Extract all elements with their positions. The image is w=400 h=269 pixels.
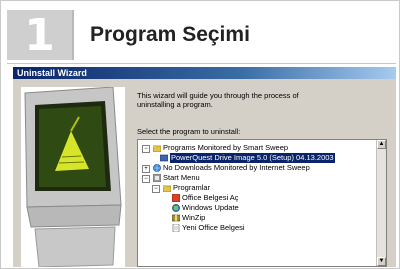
collapse-icon[interactable]: − (142, 175, 150, 183)
folder-icon (163, 185, 171, 193)
start-menu-icon (153, 174, 161, 183)
collapse-icon[interactable]: − (152, 185, 160, 193)
wizard-side-image (21, 87, 125, 267)
tree-item-winzip[interactable]: WinZip (172, 213, 205, 223)
article-panel: 1 Program Seçimi Uninstall Wizard This w… (0, 0, 400, 269)
select-program-label: Select the program to uninstall: (137, 127, 241, 136)
office-icon (172, 194, 180, 203)
tree-item-label: Office Belgesi Aç (182, 193, 239, 202)
tree-item-yeni-office-belgesi[interactable]: Yeni Office Belgesi (172, 223, 245, 233)
tree-item-label: Programlar (173, 183, 211, 192)
windows-update-icon (172, 204, 180, 212)
tree-item-programlar[interactable]: − Programlar (152, 183, 210, 193)
tree-item-label: Start Menu (163, 173, 200, 182)
uninstall-wizard-window: Uninstall Wizard This wizard will guide … (13, 67, 396, 267)
tree-item-no-downloads[interactable]: + No Downloads Monitored by Internet Swe… (142, 163, 310, 173)
tree-item-label: PowerQuest Drive Image 5.0 (Setup) 04.13… (170, 153, 335, 163)
folder-icon (153, 145, 161, 153)
program-tree[interactable]: − Programs Monitored by Smart Sweep Powe… (137, 139, 387, 267)
program-icon (160, 154, 168, 162)
document-icon (172, 224, 180, 233)
monitor-sweep-icon (24, 87, 122, 267)
step-number-box: 1 (7, 10, 74, 61)
tree-item-programs-monitored[interactable]: − Programs Monitored by Smart Sweep (142, 143, 288, 153)
tree-item-label: Yeni Office Belgesi (182, 223, 245, 232)
tree-item-label: Windows Update (182, 203, 239, 212)
intro-text: This wizard will guide you through the p… (137, 91, 299, 109)
title-area: Program Seçimi (74, 10, 396, 60)
tree-item-label: No Downloads Monitored by Internet Sweep (163, 163, 310, 172)
expand-icon[interactable]: + (142, 165, 150, 173)
title-divider (7, 63, 396, 64)
tree-item-drive-image[interactable]: PowerQuest Drive Image 5.0 (Setup) 04.13… (160, 153, 335, 163)
scroll-down-icon[interactable]: ▼ (377, 257, 386, 266)
tree-item-windows-update[interactable]: Windows Update (172, 203, 239, 213)
window-titlebar[interactable]: Uninstall Wizard (13, 67, 396, 79)
tree-scrollbar[interactable]: ▲ ▼ (376, 140, 386, 266)
step-number: 1 (24, 10, 55, 61)
scroll-up-icon[interactable]: ▲ (377, 140, 386, 149)
page-title: Program Seçimi (90, 23, 250, 46)
globe-icon (153, 164, 161, 172)
tree-item-label: WinZip (182, 213, 206, 222)
window-title: Uninstall Wizard (17, 68, 87, 78)
tree-item-office-belgesi-ac[interactable]: Office Belgesi Aç (172, 193, 239, 203)
collapse-icon[interactable]: − (142, 145, 150, 153)
tree-item-label: Programs Monitored by Smart Sweep (163, 143, 289, 152)
tree-item-start-menu[interactable]: − Start Menu (142, 173, 200, 183)
winzip-icon (172, 214, 180, 222)
